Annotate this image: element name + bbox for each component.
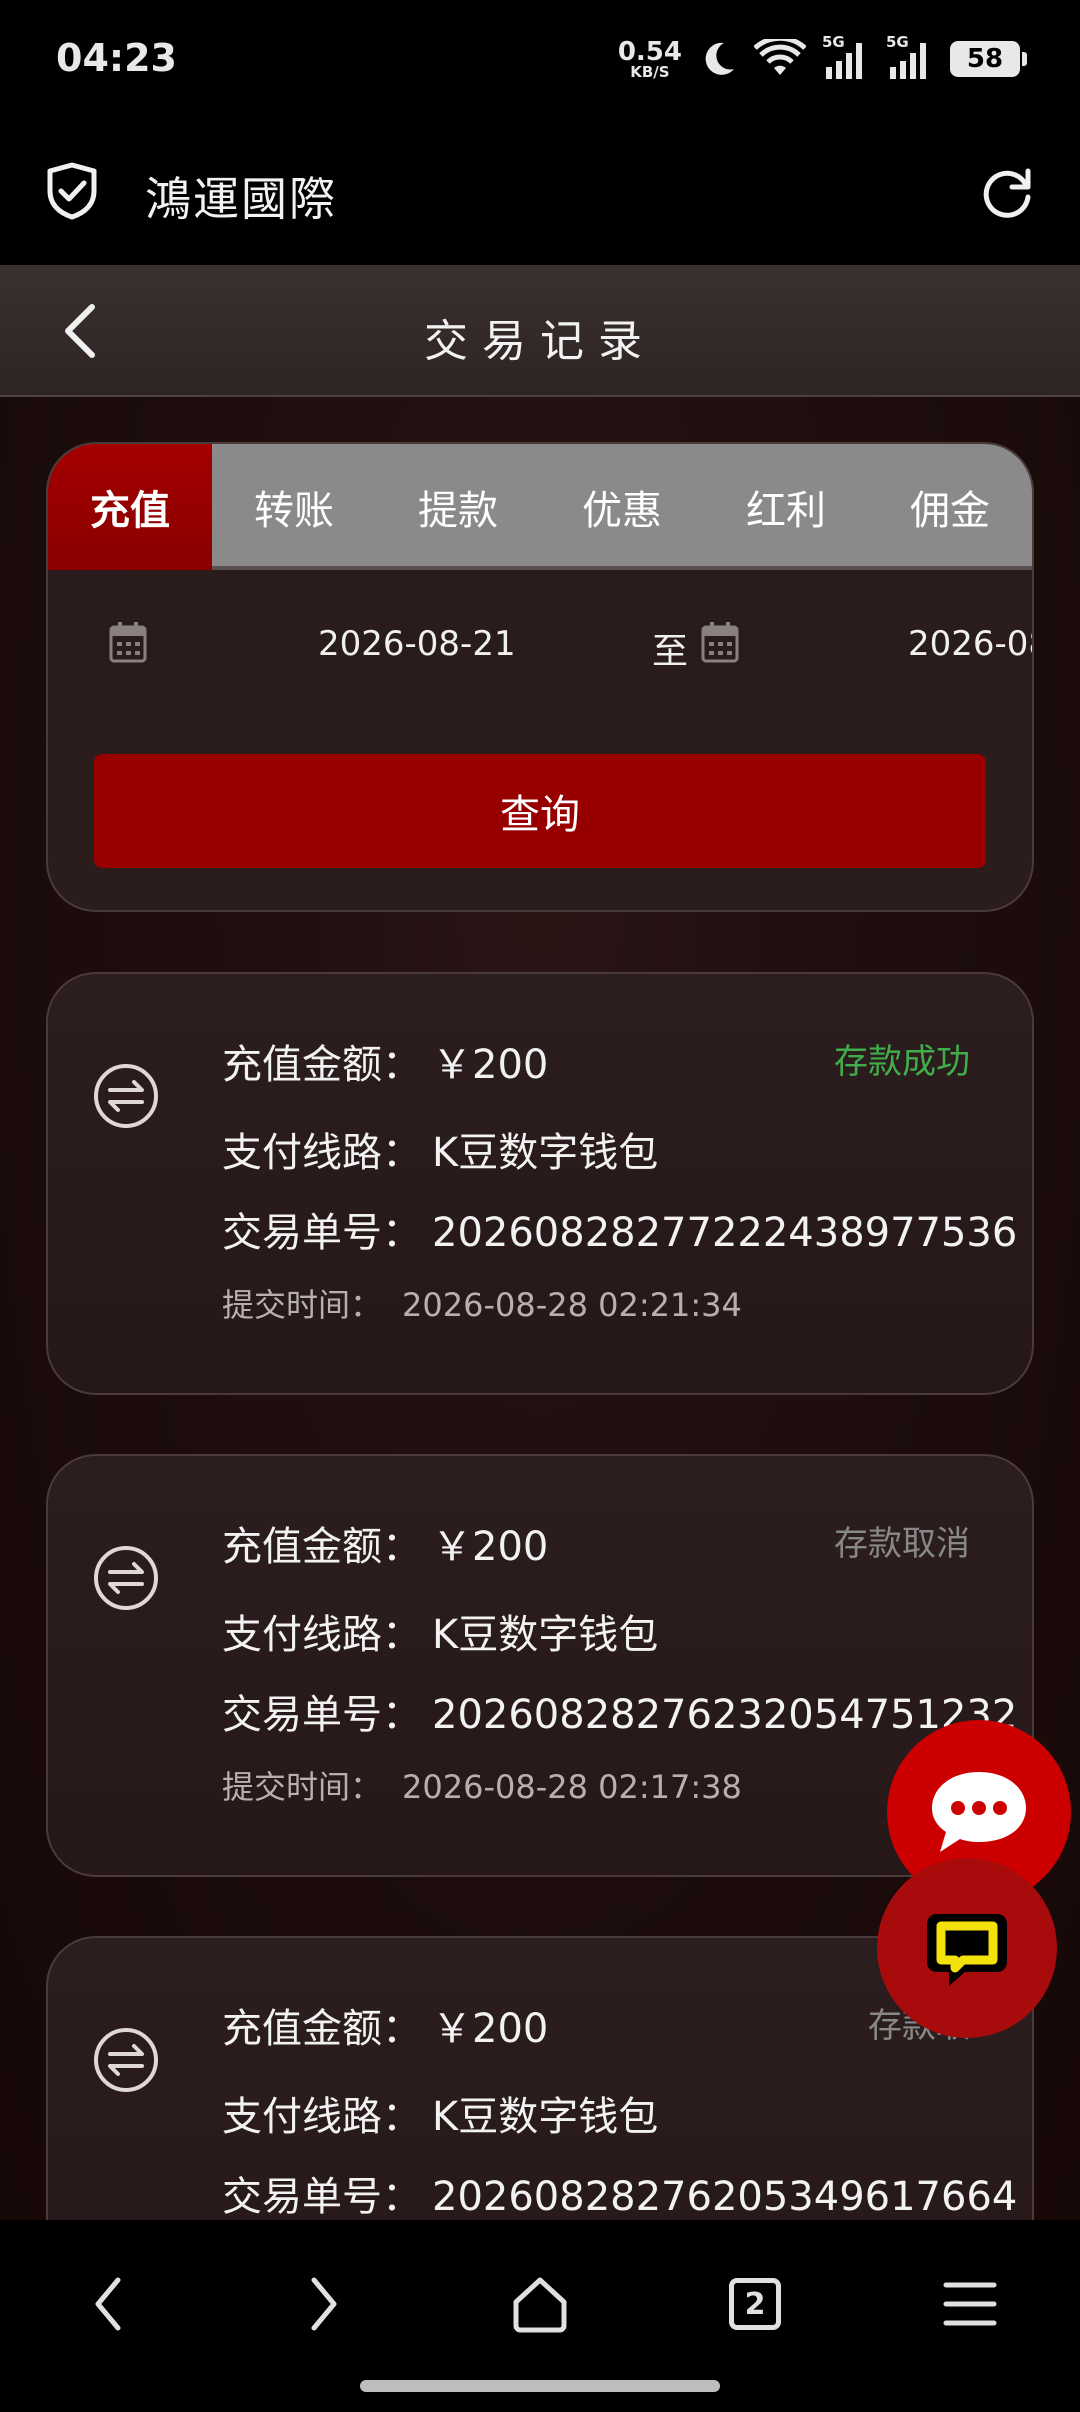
route-value: K豆数字钱包	[432, 1130, 659, 1176]
home-icon	[513, 2277, 567, 2333]
tabs-count: 2	[744, 2286, 766, 2322]
route-row: 支付线路： K豆数字钱包	[222, 2084, 658, 2142]
status-bar: 04:23 0.54 KB/S 5G 5G 58	[0, 0, 1080, 125]
order-label: 交易单号：	[222, 1692, 422, 1738]
gesture-handle[interactable]	[360, 2380, 720, 2392]
route-label: 支付线路：	[222, 2094, 422, 2140]
time-row: 提交时间： 2026-08-28 02:17:38	[222, 1762, 742, 1808]
route-label: 支付线路：	[222, 1612, 422, 1658]
browser-menu-button[interactable]	[930, 2264, 1010, 2344]
amount-value: ￥200	[432, 1042, 549, 1088]
amount-row: 充值金额： ￥200	[222, 1514, 548, 1572]
app-bar: 鴻運國際	[0, 125, 1080, 265]
time-row: 提交时间： 2026-08-28 02:21:34	[222, 1280, 742, 1326]
shield-check-icon[interactable]	[44, 161, 100, 221]
time-value: 2026-08-28 02:21:34	[402, 1286, 742, 1324]
live-chat-button[interactable]	[877, 1858, 1057, 2038]
signal-icon	[826, 43, 862, 79]
net-speed-unit: KB/S	[630, 62, 670, 81]
browser-home-button[interactable]	[500, 2264, 580, 2344]
chat-bubble-icon	[932, 1772, 1026, 1852]
signal-icon	[890, 43, 926, 79]
browser-forward-button[interactable]	[284, 2264, 364, 2344]
end-date-field[interactable]: 2026-08	[908, 624, 1032, 664]
status-time: 04:23	[56, 36, 177, 80]
tab-bonus[interactable]: 红利	[704, 444, 868, 570]
amount-label: 充值金额：	[222, 2006, 422, 2052]
chevron-right-icon	[311, 2277, 337, 2331]
tab-recharge[interactable]: 充值	[48, 444, 212, 570]
calendar-icon[interactable]	[700, 620, 740, 664]
tab-promotion[interactable]: 优惠	[540, 444, 704, 570]
exchange-icon	[94, 1064, 158, 1128]
amount-label: 充值金额：	[222, 1042, 422, 1088]
order-row: 交易单号： 202608282772224389775​36	[222, 1200, 1017, 1258]
tabs-count-icon: 2	[729, 2278, 781, 2330]
time-value: 2026-08-28 02:17:38	[402, 1768, 742, 1806]
net-speed-value: 0.54	[617, 36, 682, 67]
time-label: 提交时间：	[222, 1768, 383, 1806]
route-row: 支付线路： K豆数字钱包	[222, 1602, 658, 1660]
page-title: 交易记录	[424, 316, 656, 367]
status-badge: 存款取消	[834, 1524, 970, 1564]
route-value: K豆数字钱包	[432, 1612, 659, 1658]
chat-square-icon	[927, 1914, 1007, 1986]
order-value: 202608282762053496176​64	[432, 2174, 1018, 2220]
order-label: 交易单号：	[222, 1210, 422, 1256]
order-label: 交易单号：	[222, 2174, 422, 2220]
moon-icon	[705, 42, 734, 75]
amount-row: 充值金额： ￥200	[222, 1996, 548, 2054]
record-card[interactable]: 充值金额： ￥200 存款取消 支付线路： K豆数字钱包 交易单号： 20260828…	[46, 1454, 1034, 1877]
nav-header: 交易记录	[0, 265, 1080, 397]
amount-value: ￥200	[432, 1524, 549, 1570]
browser-back-button[interactable]	[68, 2264, 148, 2344]
route-label: 支付线路：	[222, 1130, 422, 1176]
reload-icon[interactable]	[978, 163, 1036, 221]
exchange-icon	[94, 2028, 158, 2092]
tab-bar: 充值 转账 提款 优惠 红利 佣金	[48, 444, 1032, 570]
date-separator: 至	[652, 631, 689, 672]
record-card[interactable]: 充值金额： ￥200 存款成功 支付线路： K豆数字钱包 交易单号： 20260828…	[46, 972, 1034, 1395]
order-row: 交易单号： 202608282762320547512​32	[222, 1682, 1017, 1740]
amount-value: ￥200	[432, 2006, 549, 2052]
status-badge: 存款成功	[834, 1042, 970, 1082]
tab-withdraw[interactable]: 提款	[376, 444, 540, 570]
amount-label: 充值金额：	[222, 1524, 422, 1570]
order-row: 交易单号： 202608282762053496176​64	[222, 2164, 1017, 2220]
signal-2: 5G	[886, 33, 934, 81]
route-value: K豆数字钱包	[432, 2094, 659, 2140]
query-button[interactable]: 查询	[94, 754, 986, 868]
tab-transfer[interactable]: 转账	[212, 444, 376, 570]
chevron-left-icon	[95, 2277, 121, 2331]
start-date-field[interactable]: 2026-08-21	[318, 624, 516, 664]
amount-row: 充值金额： ￥200	[222, 1032, 548, 1090]
battery-indicator: 58	[950, 41, 1027, 77]
browser-tabs-button[interactable]: 2	[715, 2264, 795, 2344]
signal-1: 5G	[822, 33, 870, 81]
app-title: 鴻運國際	[145, 172, 337, 226]
net-speed: 0.54 KB/S	[618, 39, 682, 80]
order-value: 202608282772224389775​36	[432, 1210, 1018, 1256]
hamburger-menu-icon	[943, 2282, 997, 2326]
tab-commission[interactable]: 佣金	[868, 444, 1032, 570]
time-label: 提交时间：	[222, 1286, 383, 1324]
calendar-icon[interactable]	[108, 620, 148, 664]
wifi-icon	[754, 39, 806, 75]
status-icons: 0.54 KB/S 5G 5G 58	[618, 33, 1027, 84]
date-range: 2026-08-21 至 2026-08	[48, 604, 1032, 684]
filter-panel: 充值 转账 提款 优惠 红利 佣金 2026-08-21 至 2026-0 查询	[46, 442, 1034, 912]
exchange-icon	[94, 1546, 158, 1610]
route-row: 支付线路： K豆数字钱包	[222, 1120, 658, 1178]
order-value: 202608282762320547512​32	[432, 1692, 1018, 1738]
